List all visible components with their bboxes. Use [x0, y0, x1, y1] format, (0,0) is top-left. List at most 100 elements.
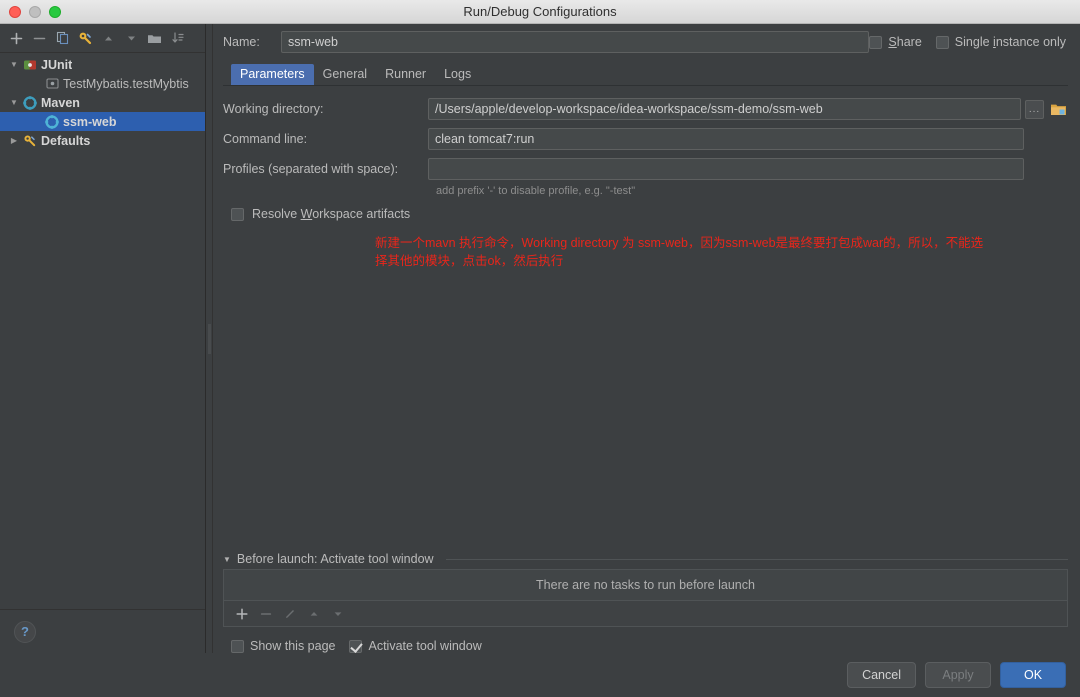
editor-tabs: Parameters General Runner Logs — [223, 62, 1068, 86]
profiles-label: Profiles (separated with space): — [223, 162, 428, 176]
single-instance-checkbox[interactable]: Single instance only — [936, 35, 1066, 49]
command-line-label: Command line: — [223, 132, 428, 146]
profiles-row: Profiles (separated with space): — [223, 158, 1068, 180]
remove-task-button[interactable] — [256, 604, 276, 624]
resolve-workspace-artifacts-box[interactable] — [231, 208, 244, 221]
share-checkbox-label: Share — [888, 35, 921, 49]
working-directory-row: Working directory: /Users/apple/develop-… — [223, 98, 1068, 120]
name-label: Name: — [223, 35, 281, 49]
junit-test-icon — [44, 76, 60, 92]
profiles-input[interactable] — [428, 158, 1024, 180]
resolve-workspace-artifacts-checkbox[interactable]: Resolve Workspace artifacts — [231, 207, 1068, 221]
tree-item-maven[interactable]: ▼ Maven — [0, 93, 205, 112]
edit-templates-wrench-icon[interactable] — [75, 28, 96, 49]
maven-icon — [22, 95, 38, 111]
collapse-arrow-icon[interactable]: ▼ — [223, 555, 231, 564]
tree-item-junit[interactable]: ▼ JUnit — [0, 55, 205, 74]
resolve-workspace-artifacts-label: Resolve Workspace artifacts — [252, 207, 410, 221]
before-launch-header[interactable]: ▼ Before launch: Activate tool window — [223, 552, 1068, 566]
name-row: Name: ssm-web Share Single instance only — [223, 28, 1068, 56]
folder-open-icon[interactable] — [1048, 99, 1068, 119]
apply-button[interactable]: Apply — [925, 662, 991, 688]
close-window-button[interactable] — [9, 6, 21, 18]
defaults-icon — [22, 133, 38, 149]
before-launch-title: Before launch: Activate tool window — [237, 552, 434, 566]
sort-configurations-icon[interactable] — [167, 28, 188, 49]
activate-tool-window-checkbox[interactable]: Activate tool window — [349, 639, 481, 653]
add-task-button[interactable] — [232, 604, 252, 624]
help-area: ? — [0, 609, 205, 653]
dialog-footer: Cancel Apply OK — [0, 653, 1080, 697]
show-this-page-box[interactable] — [231, 640, 244, 653]
single-instance-checkbox-box[interactable] — [936, 36, 949, 49]
tree-item-label: JUnit — [41, 58, 72, 72]
create-folder-icon[interactable] — [144, 28, 165, 49]
copy-configuration-icon[interactable] — [52, 28, 73, 49]
remove-configuration-button[interactable] — [29, 28, 50, 49]
share-checkbox[interactable]: Share — [869, 35, 921, 49]
annotation-text: 新建一个mavn 执行命令，Working directory 为 ssm-we… — [375, 234, 1075, 270]
tab-logs[interactable]: Logs — [435, 64, 480, 85]
before-launch-options: Show this page Activate tool window — [231, 639, 1068, 653]
window-controls — [9, 6, 61, 18]
parameters-form: Working directory: /Users/apple/develop-… — [223, 86, 1068, 552]
tab-runner[interactable]: Runner — [376, 64, 435, 85]
tree-item-defaults[interactable]: ▶ Defaults — [0, 131, 205, 150]
working-directory-input[interactable]: /Users/apple/develop-workspace/idea-work… — [428, 98, 1021, 120]
before-launch-empty-text: There are no tasks to run before launch — [536, 578, 755, 592]
cancel-button[interactable]: Cancel — [847, 662, 916, 688]
junit-icon — [22, 57, 38, 73]
profiles-control — [428, 158, 1068, 180]
configuration-flags: Share Single instance only — [869, 35, 1068, 49]
tree-item-label: ssm-web — [63, 115, 117, 129]
configuration-editor: Name: ssm-web Share Single instance only… — [213, 24, 1080, 653]
show-this-page-label: Show this page — [250, 639, 335, 653]
help-button[interactable]: ? — [14, 621, 36, 643]
annotation-line-1: 新建一个mavn 执行命令，Working directory 为 ssm-we… — [375, 234, 1075, 252]
panel-splitter[interactable] — [206, 24, 213, 653]
move-down-button[interactable] — [121, 28, 142, 49]
working-directory-label: Working directory: — [223, 102, 428, 116]
annotation-line-2: 择其他的模块，点击ok，然后执行 — [375, 252, 1075, 270]
expand-arrow-icon[interactable]: ▼ — [6, 60, 22, 69]
configurations-tree[interactable]: ▼ JUnit — [0, 52, 205, 609]
name-input[interactable]: ssm-web — [281, 31, 869, 53]
activate-tool-window-box[interactable] — [349, 640, 362, 653]
minimize-window-button[interactable] — [29, 6, 41, 18]
header-divider — [446, 559, 1068, 560]
activate-tool-window-label: Activate tool window — [368, 639, 481, 653]
before-launch-task-list[interactable]: There are no tasks to run before launch — [223, 569, 1068, 601]
profiles-hint: add prefix '-' to disable profile, e.g. … — [436, 185, 1068, 197]
command-line-input[interactable]: clean tomcat7:run — [428, 128, 1024, 150]
window-title-bar: Run/Debug Configurations — [0, 0, 1080, 24]
move-task-down-button[interactable] — [328, 604, 348, 624]
tree-item-test-mybatis[interactable]: TestMybatis.testMybtis — [0, 74, 205, 93]
tab-general[interactable]: General — [314, 64, 376, 85]
window-title: Run/Debug Configurations — [463, 4, 616, 19]
command-line-control: clean tomcat7:run — [428, 128, 1068, 150]
resolve-workspace-artifacts-row: Resolve Workspace artifacts — [231, 207, 1068, 221]
ok-button[interactable]: OK — [1000, 662, 1066, 688]
tree-item-ssm-web[interactable]: ssm-web — [0, 112, 205, 131]
run-debug-configurations-dialog: Run/Debug Configurations — [0, 0, 1080, 697]
share-checkbox-box[interactable] — [869, 36, 882, 49]
browse-button[interactable]: ... — [1025, 100, 1044, 119]
zoom-window-button[interactable] — [49, 6, 61, 18]
before-launch-toolbar — [223, 601, 1068, 627]
expand-arrow-icon[interactable]: ▼ — [6, 98, 22, 107]
tab-parameters[interactable]: Parameters — [231, 64, 314, 85]
move-up-button[interactable] — [98, 28, 119, 49]
tree-item-label: TestMybatis.testMybtis — [63, 77, 189, 91]
move-task-up-button[interactable] — [304, 604, 324, 624]
configurations-toolbar — [0, 24, 205, 52]
show-this-page-checkbox[interactable]: Show this page — [231, 639, 335, 653]
single-instance-checkbox-label: Single instance only — [955, 35, 1066, 49]
collapse-arrow-icon[interactable]: ▶ — [6, 136, 22, 145]
working-directory-control: /Users/apple/develop-workspace/idea-work… — [428, 98, 1068, 120]
add-configuration-button[interactable] — [6, 28, 27, 49]
configurations-panel: ▼ JUnit — [0, 24, 206, 653]
dialog-body: ▼ JUnit — [0, 24, 1080, 653]
splitter-grip — [208, 324, 211, 354]
edit-task-pencil-icon[interactable] — [280, 604, 300, 624]
before-launch-section: ▼ Before launch: Activate tool window Th… — [223, 552, 1068, 653]
